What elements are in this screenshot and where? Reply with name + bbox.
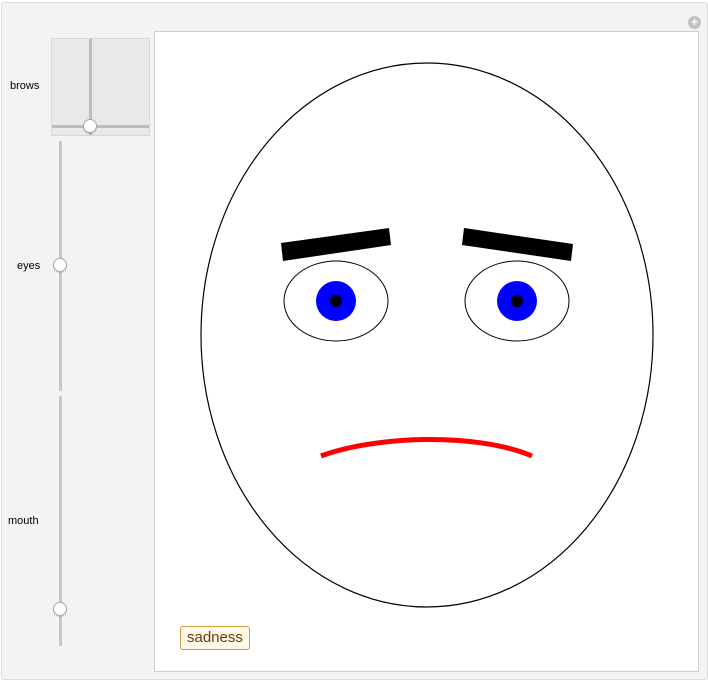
brows-label: brows [10, 80, 40, 92]
brows-2d-slider[interactable] [51, 38, 150, 136]
face-graphic [200, 62, 654, 608]
eyes-label: eyes [17, 260, 41, 272]
brows-pad-horizontal-line [52, 125, 149, 128]
left-pupil [330, 295, 342, 307]
brows-thumb[interactable] [83, 119, 97, 133]
face-canvas: sadness [154, 31, 699, 672]
head-outline [200, 62, 654, 608]
plus-icon[interactable]: + [688, 16, 701, 29]
eyes-slider-thumb[interactable] [53, 258, 67, 272]
mouth-slider-thumb[interactable] [53, 602, 67, 616]
emotion-label: sadness [180, 626, 250, 650]
mouth-label: mouth [8, 515, 39, 527]
right-pupil [511, 295, 523, 307]
